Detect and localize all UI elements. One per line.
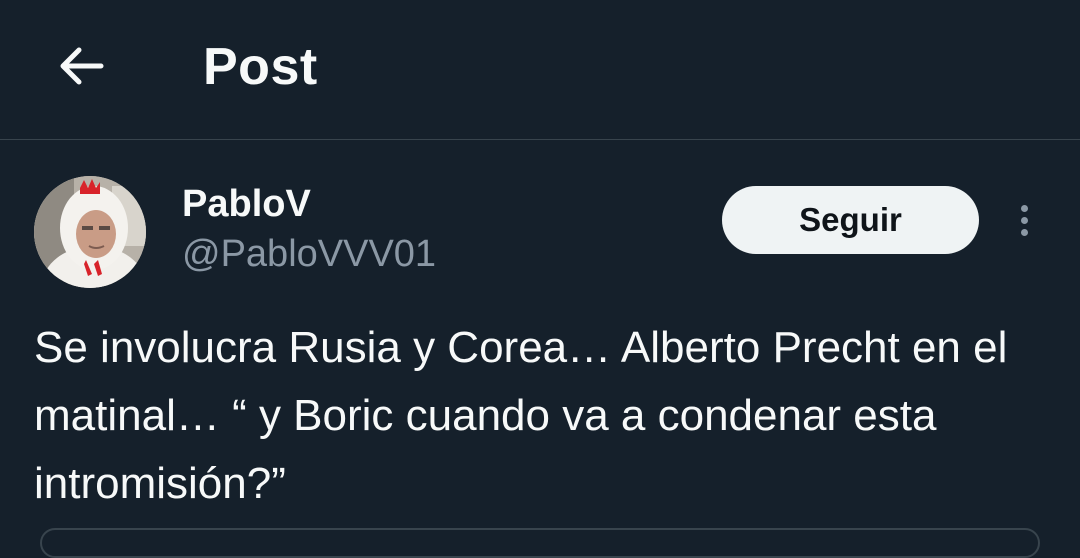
more-options-button[interactable] — [1004, 198, 1044, 242]
back-button[interactable] — [50, 36, 110, 96]
vertical-ellipsis-icon — [1020, 204, 1028, 212]
avatar[interactable] — [34, 176, 146, 288]
chicken-costume-avatar-image — [34, 176, 146, 288]
arrow-left-icon — [60, 47, 104, 85]
page-title: Post — [203, 38, 318, 96]
vertical-ellipsis-icon — [1020, 216, 1028, 224]
author-display-name[interactable]: PabloV — [182, 180, 311, 228]
top-bar: Post — [0, 0, 1080, 140]
author-handle[interactable]: @PabloVVV01 — [182, 230, 436, 278]
follow-button[interactable]: Seguir — [722, 186, 979, 254]
vertical-ellipsis-icon — [1020, 228, 1028, 236]
post-text: Se involucra Rusia y Corea… Alberto Prec… — [34, 323, 1008, 508]
